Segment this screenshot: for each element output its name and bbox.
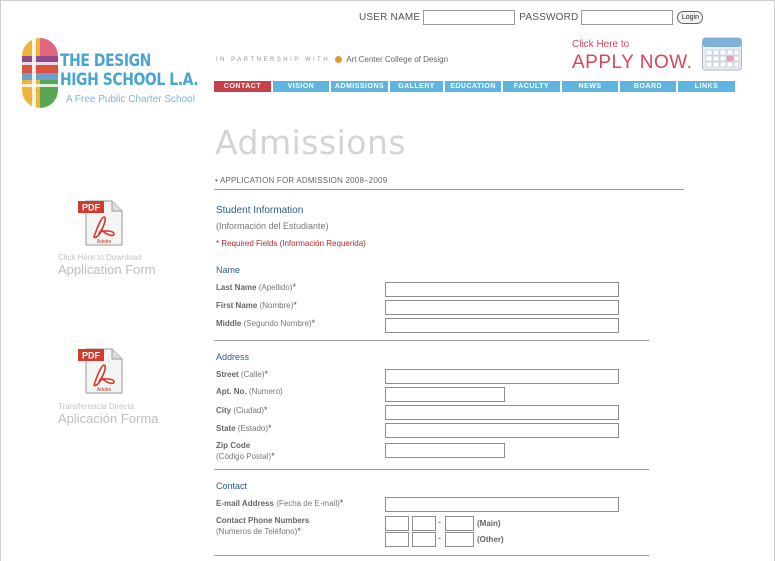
apt-input[interactable]: [385, 387, 505, 402]
logo-title-line1: THE DESIGN: [60, 51, 151, 71]
phone-dash: -: [438, 533, 441, 543]
title-divider: [214, 189, 684, 190]
pdf-download-spanish-icon[interactable]: PDF Adobe: [78, 347, 124, 395]
apt-label: Apt. No. (Numero): [216, 387, 283, 396]
pdf-icon-label: PDF: [82, 203, 101, 213]
password-input[interactable]: [581, 9, 674, 25]
adobe-brand: Adobe: [97, 387, 112, 393]
address-section-title: Address: [216, 352, 250, 362]
last-name-label: Last Name (Apellido)*: [216, 282, 297, 292]
password-label: PASSWORD: [519, 11, 579, 23]
student-info-subtitle: (Información del Estudiante): [216, 221, 329, 231]
page-subtitle: • APPLICATION FOR ADMISSION 2008–2009: [215, 176, 388, 185]
pdf-icon-label: PDF: [82, 351, 101, 361]
pdf-download-icon[interactable]: PDF Adobe: [78, 199, 124, 247]
school-logo[interactable]: THE DESIGN HIGH SCHOOL L.A. A Free Publi…: [22, 38, 212, 113]
email-label: E-mail Address (Fecha de E-mail)*: [216, 498, 344, 508]
nav-education[interactable]: EDUCATION: [445, 81, 501, 92]
partner-dot-icon: [335, 56, 343, 63]
download-title-spanish[interactable]: Aplicación Forma: [58, 411, 158, 426]
phone-other-area-input[interactable]: [385, 532, 409, 547]
email-input[interactable]: [385, 497, 619, 512]
city-input[interactable]: [385, 405, 619, 420]
phone-main-area-input[interactable]: [385, 516, 409, 531]
calendar-icon[interactable]: [702, 36, 742, 71]
phone-other-line-input[interactable]: [445, 532, 474, 547]
state-input[interactable]: [385, 423, 619, 438]
contact-section-title: Contact: [216, 481, 248, 491]
contact-divider: [214, 555, 649, 556]
city-label: City (Ciudad)*: [216, 405, 268, 415]
partnership-line: IN PARTNERSHIP WITH Art Center College o…: [216, 55, 448, 64]
nav-contact[interactable]: CONTACT: [214, 81, 271, 92]
logo-tagline: A Free Public Charter School: [66, 94, 195, 105]
address-divider: [214, 469, 649, 470]
login-bar: USER NAME PASSWORD Login: [359, 9, 704, 25]
zip-label: Zip Code (Código Postal)*: [216, 441, 275, 461]
nav-news[interactable]: NEWS: [562, 81, 618, 92]
middle-name-input[interactable]: [385, 318, 619, 333]
street-input[interactable]: [385, 369, 619, 384]
phone-label: Contact Phone Numbers (Numeros de Teléfon…: [216, 516, 310, 536]
apply-click-here[interactable]: Click Here to: [572, 39, 629, 50]
partnership-label: IN PARTNERSHIP WITH: [216, 56, 331, 63]
phone-main-tag: (Main): [477, 519, 501, 528]
name-divider: [214, 340, 649, 341]
phone-other-tag: (Other): [477, 535, 504, 544]
required-fields-note: * Required Fields (Información Requerida…: [216, 239, 366, 248]
first-name-label: First Name (Nombre)*: [216, 300, 297, 310]
first-name-input[interactable]: [385, 300, 619, 315]
download-title[interactable]: Application Form: [58, 262, 156, 277]
nav-vision[interactable]: VISION: [273, 81, 329, 92]
username-input[interactable]: [423, 9, 516, 25]
phone-dash: -: [438, 517, 441, 527]
middle-name-label: Middle (Segundo Nombre)*: [216, 318, 316, 328]
main-nav: CONTACT VISION ADMISSIONS GALLERY EDUCAT…: [214, 81, 737, 92]
phone-other-prefix-input[interactable]: [412, 532, 436, 547]
street-label: Street (Calle)*: [216, 369, 268, 379]
last-name-input[interactable]: [385, 282, 619, 297]
phone-main-line-input[interactable]: [445, 516, 474, 531]
nav-board[interactable]: BOARD: [620, 81, 676, 92]
student-info-title: Student Information: [216, 205, 304, 216]
phone-main-prefix-input[interactable]: [412, 516, 436, 531]
nav-admissions[interactable]: ADMISSIONS: [331, 81, 388, 92]
download-caption-spanish[interactable]: Transferencia Directa: [58, 402, 134, 411]
logo-mark-icon: [22, 38, 58, 108]
logo-title-line2: HIGH SCHOOL L.A.: [60, 70, 199, 90]
nav-faculty[interactable]: FACULTY: [503, 81, 560, 92]
state-label: State (Estado)*: [216, 423, 272, 433]
adobe-brand: Adobe: [97, 239, 112, 245]
nav-links[interactable]: LINKS: [678, 81, 735, 92]
nav-gallery[interactable]: GALLERY: [390, 81, 443, 92]
zip-input[interactable]: [385, 443, 505, 458]
page-title: Admissions: [215, 123, 407, 162]
partner-name[interactable]: Art Center College of Design: [346, 55, 448, 64]
apply-now-link[interactable]: APPLY NOW.: [572, 52, 692, 74]
username-label: USER NAME: [359, 11, 421, 23]
login-button[interactable]: Login: [677, 10, 704, 24]
name-section-title: Name: [216, 265, 241, 275]
download-caption[interactable]: Click Here to Download: [58, 253, 142, 262]
